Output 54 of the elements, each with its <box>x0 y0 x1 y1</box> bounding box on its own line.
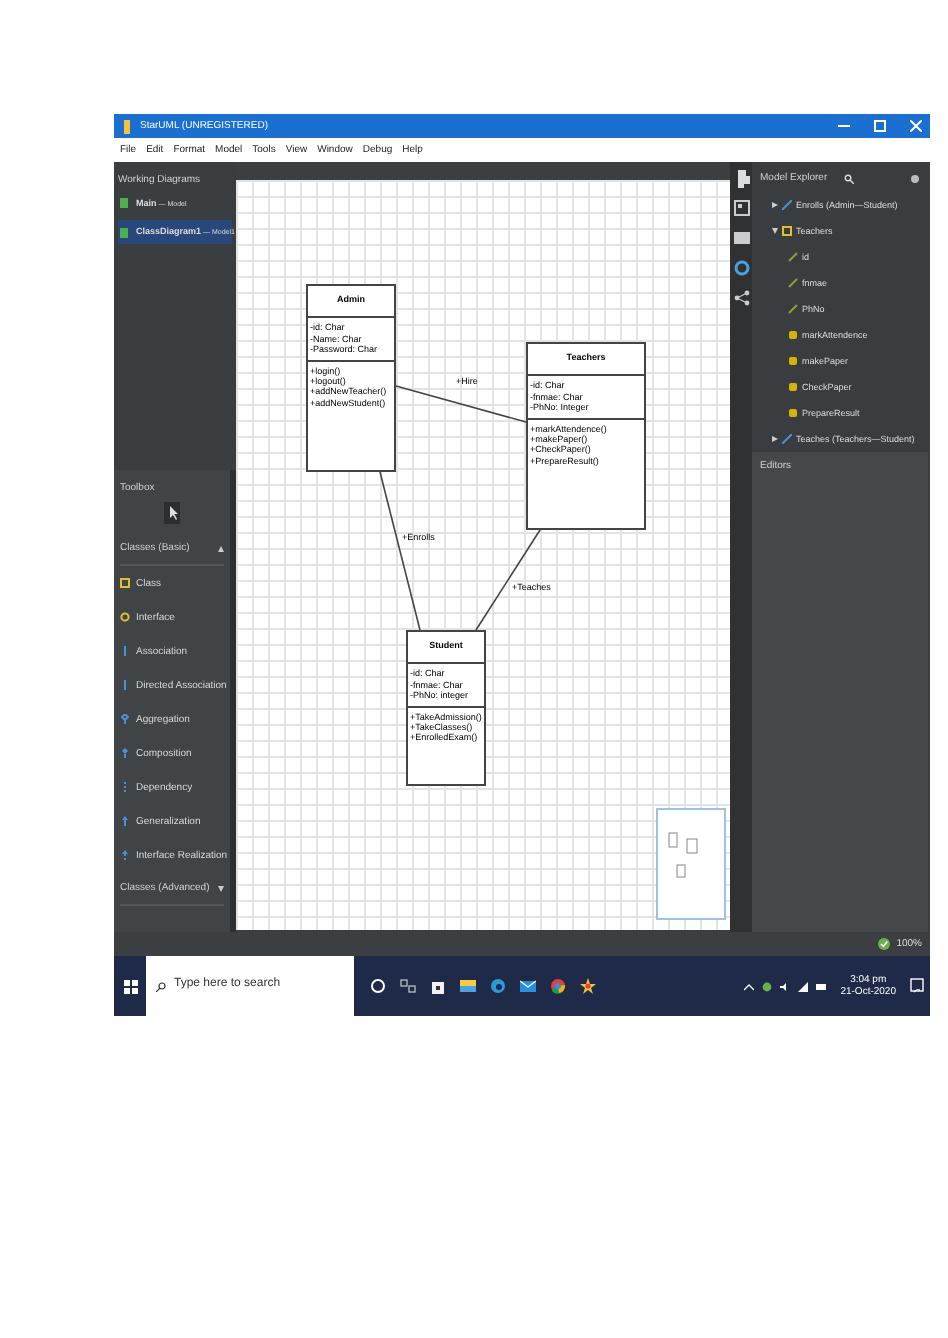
chrome-icon[interactable] <box>550 978 566 994</box>
folder-icon[interactable] <box>460 978 476 994</box>
operation-icon <box>788 408 798 418</box>
interface-icon <box>120 612 130 622</box>
battery-icon[interactable] <box>816 981 827 991</box>
app-logo-icon <box>122 119 132 133</box>
dashed-triangle-icon <box>120 850 130 860</box>
expand-icon[interactable] <box>772 436 778 442</box>
diagram-icon <box>120 227 128 238</box>
star-icon[interactable] <box>580 978 596 994</box>
share-icon[interactable] <box>733 290 749 308</box>
class-icon <box>120 578 130 588</box>
association-icon <box>782 200 792 210</box>
window-icon[interactable] <box>733 230 749 248</box>
association-line <box>395 385 527 423</box>
notification-icon[interactable] <box>910 978 924 994</box>
search-icon <box>156 981 166 991</box>
operation-icon <box>788 356 798 366</box>
mail-icon[interactable] <box>520 978 536 994</box>
collapse-icon[interactable] <box>218 545 224 551</box>
close-icon[interactable] <box>910 120 922 132</box>
signal-icon[interactable] <box>798 981 809 991</box>
association-icon <box>782 434 792 444</box>
operation-icon <box>788 382 798 392</box>
settings-icon[interactable] <box>910 173 920 183</box>
browser-icon[interactable] <box>490 978 506 994</box>
filled-diamond-icon <box>120 748 130 758</box>
operation-icon <box>788 330 798 340</box>
circle-icon[interactable] <box>370 978 386 994</box>
expand-icon[interactable] <box>772 202 778 208</box>
class-icon <box>782 226 792 236</box>
triangle-arrow-icon <box>120 816 130 826</box>
collapse-icon[interactable] <box>772 228 778 234</box>
speaker-icon[interactable] <box>780 981 791 991</box>
expand-icon[interactable] <box>218 885 224 891</box>
attribute-icon <box>788 252 798 262</box>
diagram-icon <box>120 198 128 209</box>
search-icon[interactable] <box>843 173 854 183</box>
task-view-icon[interactable] <box>400 978 416 994</box>
start-icon[interactable] <box>123 979 137 993</box>
check-icon <box>878 938 891 950</box>
line-icon <box>120 646 130 656</box>
caret-icon[interactable] <box>744 981 755 991</box>
dashed-line-icon <box>120 782 130 792</box>
grid-icon[interactable] <box>733 200 749 218</box>
ring-icon[interactable] <box>733 260 749 278</box>
attribute-icon <box>788 278 798 288</box>
pointer-button[interactable] <box>164 502 180 524</box>
dot-icon[interactable] <box>762 981 773 991</box>
attribute-icon <box>788 304 798 314</box>
minimize-icon[interactable] <box>838 120 850 132</box>
maximize-icon[interactable] <box>874 120 886 132</box>
hollow-diamond-icon <box>120 714 130 724</box>
minimap-drawing <box>668 832 698 878</box>
